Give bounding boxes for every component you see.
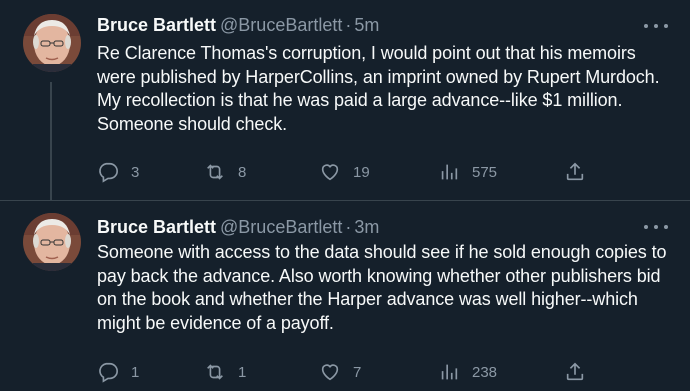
tweet-actions: 1 1 7 238 [97,360,597,384]
views-icon [441,364,458,380]
avatar[interactable] [23,14,81,72]
display-name[interactable]: Bruce Bartlett [97,217,216,237]
tweet-text: Re Clarence Thomas's corruption, I would… [97,43,660,134]
reply-count: 1 [131,363,140,381]
tweet-header: Bruce Bartlett @BruceBartlett · 5m [97,14,379,36]
avatar[interactable] [23,213,81,271]
more-icon[interactable] [644,16,668,36]
share-button[interactable] [564,160,586,184]
display-name[interactable]: Bruce Bartlett [97,15,216,35]
timestamp[interactable]: 3m [354,217,379,237]
retweet-icon [207,364,223,380]
like-count: 19 [353,163,370,181]
views-button[interactable]: 238 [438,360,497,384]
reply-count: 3 [131,163,140,181]
retweet-icon [207,164,223,180]
thread-view: Bruce Bartlett @BruceBartlett · 5m Re Clare… [0,0,690,391]
tweet[interactable]: Bruce Bartlett @BruceBartlett · 5m Re Clare… [0,0,690,200]
tweet[interactable]: Bruce Bartlett @BruceBartlett · 3m Someone … [0,200,690,391]
views-button[interactable]: 575 [438,160,497,184]
share-icon [566,162,584,181]
like-count: 7 [353,363,362,381]
user-handle[interactable]: @BruceBartlett [220,217,342,237]
reply-icon [99,162,118,183]
share-button[interactable] [564,360,586,384]
timestamp[interactable]: 5m [354,15,379,35]
separator: · [345,217,352,237]
share-icon [566,362,584,381]
views-icon [441,164,458,180]
tweet-header: Bruce Bartlett @BruceBartlett · 3m [97,216,379,238]
views-count: 575 [472,163,498,181]
tweet-actions: 3 8 19 575 [97,160,597,184]
like-icon [321,364,339,381]
more-icon[interactable] [644,217,668,237]
user-handle[interactable]: @BruceBartlett [220,15,342,35]
separator: · [345,15,352,35]
reply-icon [99,362,118,383]
reply-button[interactable]: 3 [97,160,139,184]
like-icon [321,164,339,181]
retweet-count: 1 [238,363,247,381]
like-button[interactable]: 19 [319,160,370,184]
retweet-count: 8 [238,163,247,181]
tweet-text: Someone with access to the data should s… [97,242,667,333]
retweet-button[interactable]: 8 [204,160,246,184]
like-button[interactable]: 7 [319,360,361,384]
retweet-button[interactable]: 1 [204,360,246,384]
views-count: 238 [472,363,498,381]
reply-button[interactable]: 1 [97,360,139,384]
